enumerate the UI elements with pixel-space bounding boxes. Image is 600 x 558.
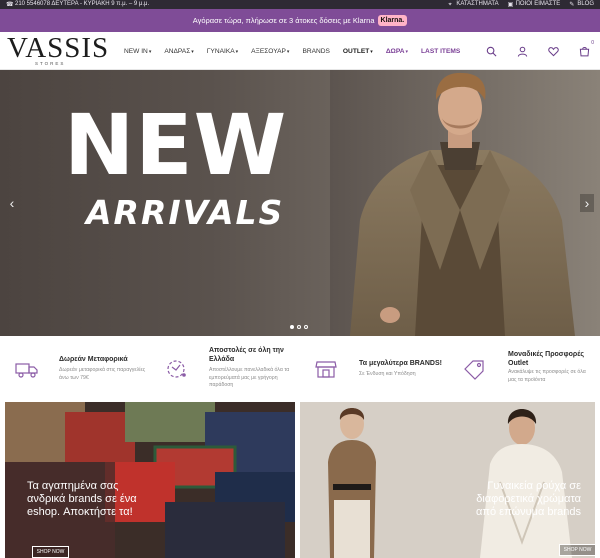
nav-item-label: ΑΞΕΣΟΥΑΡ [251, 47, 286, 55]
nav-item-label: ΓΥΝΑΙΚΑ [206, 47, 235, 55]
util-phone[interactable]: ☎ 210 5546078 ΔΕΥΤΕΡΑ - ΚΥΡΙΑΚΗ 9 π.μ. –… [6, 0, 149, 9]
store-icon [314, 358, 340, 380]
chevron-down-icon: ▾ [191, 48, 194, 55]
promo-text: Αγόρασε τώρα, πλήρωσε σε 3 άτοκες δόσεις… [192, 16, 375, 25]
util-link-about[interactable]: ▣ ΠΟΙΟΙ ΕΙΜΑΣΤΕ [508, 0, 561, 9]
men-promo-panel[interactable]: Τα αγαπημένα σας ανδρικά brands σε ένα e… [5, 402, 295, 558]
cart-count: 0 [591, 40, 594, 46]
nav-item-1[interactable]: ΑΝΔΡΑΣ▾ [164, 48, 193, 55]
account-icon[interactable] [507, 32, 538, 70]
chevron-down-icon: ▾ [286, 48, 290, 55]
wishlist-icon[interactable] [538, 32, 569, 70]
feature-title: Μοναδικές Προσφορές Outlet [508, 351, 585, 367]
men-shop-now-button[interactable]: SHOP NOW [32, 546, 69, 558]
carousel-next-button[interactable]: › [580, 194, 594, 212]
nav-item-label: LAST ITEMS [421, 47, 461, 55]
vassis-logo[interactable]: VASSIS STORES [7, 32, 110, 67]
carousel-dot[interactable] [297, 325, 301, 329]
util-link-blog[interactable]: ✎ BLOG [569, 0, 594, 9]
carousel-prev-button[interactable]: ‹ [5, 194, 19, 212]
truck-icon [14, 358, 40, 380]
chevron-down-icon: ▾ [370, 48, 373, 55]
utility-bar: ☎ 210 5546078 ΔΕΥΤΕΡΑ - ΚΥΡΙΑΚΗ 9 π.μ. –… [0, 0, 600, 9]
logo-subtitle: STORES [35, 61, 66, 66]
hero-model-image [330, 70, 600, 336]
util-link-stores[interactable]: ⌖ ΚΑΤΑΣΤΗΜΑΤΑ [448, 0, 498, 9]
nav-item-label: BRANDS [302, 47, 330, 55]
main-nav: NEW IN▾ ΑΝΔΡΑΣ▾ ΓΥΝΑΙΚΑ▾ ΑΞΕΣΟΥΑΡ▾ BRANDS OUT… [124, 32, 473, 70]
nav-item-5[interactable]: OUTLET▾ [343, 48, 373, 55]
carousel-dots [290, 325, 308, 329]
nav-item-6[interactable]: ΔΩΡΑ▾ [386, 48, 408, 55]
feature-outlet: Μοναδικές Προσφορές Outlet Ανακάλυψε τις… [462, 336, 592, 402]
women-shop-now-button[interactable]: SHOP NOW [559, 544, 595, 556]
klarna-badge: Klarna. [377, 15, 408, 26]
nav-item-3[interactable]: ΑΞΕΣΟΥΑΡ▾ [251, 48, 289, 55]
feature-brands: Τα μεγαλύτερα BRANDS! Σε Ένδυση και Υπόδ… [314, 336, 454, 402]
nav-item-0[interactable]: NEW IN▾ [124, 48, 151, 55]
feature-desc: Ανακάλυψε τις προσφορές σε όλα μας τα πρ… [508, 369, 586, 383]
hero-headline: NEW [64, 96, 288, 194]
promo-bar[interactable]: Αγόρασε τώρα, πλήρωσε σε 3 άτοκες δόσεις… [0, 9, 600, 32]
feature-desc: Αποστέλλουμε πανελλαδικά όλα τα εμπορεύμ… [209, 367, 290, 388]
hero-carousel[interactable]: NEW ARRIVALS ‹ › [0, 70, 600, 336]
nav-item-label: OUTLET [342, 47, 370, 55]
feature-free-shipping: Δωρεάν Μεταφορικά Δωρεάν μεταφορικά στις… [14, 336, 154, 402]
nav-item-label: ΑΝΔΡΑΣ [164, 47, 191, 55]
nav-item-4[interactable]: BRANDS [302, 48, 329, 55]
tag-icon [462, 358, 488, 380]
men-promo-text: Τα αγαπημένα σας ανδρικά brands σε ένα e… [27, 480, 137, 518]
features-row: Δωρεάν Μεταφορικά Δωρεάν μεταφορικά στις… [0, 336, 600, 402]
feature-nationwide: Αποστολές σε όλη την Ελλάδα Αποστέλλουμε… [164, 336, 294, 402]
cart-icon[interactable]: 0 [569, 32, 600, 70]
chevron-down-icon: ▾ [405, 48, 409, 55]
women-promo-panel[interactable]: Γυναικεία ρούχα σε διαφορετικά χρώματα α… [300, 402, 595, 558]
search-icon[interactable] [476, 32, 507, 70]
chevron-down-icon: ▾ [235, 48, 239, 55]
carousel-dot[interactable] [290, 325, 294, 329]
nav-item-7[interactable]: LAST ITEMS [421, 48, 460, 55]
feature-title: Αποστολές σε όλη την Ελλάδα [209, 347, 284, 363]
hero-subheadline: ARRIVALS [86, 193, 285, 232]
nav-item-label: NEW IN [124, 47, 148, 55]
feature-desc: Σε Ένδυση και Υπόδηση [359, 371, 416, 377]
nav-item-label: ΔΩΡΑ [385, 47, 405, 55]
site-header: VASSIS STORES NEW IN▾ ΑΝΔΡΑΣ▾ ΓΥΝΑΙΚΑ▾ ΑΞΕΣ… [0, 32, 600, 70]
pin-icon: ⌖ [448, 1, 452, 8]
util-phone-text: 210 5546078 ΔΕΥΤΕΡΑ - ΚΥΡΙΑΚΗ 9 π.μ. – 9… [15, 1, 150, 7]
feature-title: Δωρεάν Μεταφορικά [59, 356, 128, 363]
feature-desc: Δωρεάν μεταφορικά στις παραγγελίες άνω τ… [59, 367, 146, 381]
feature-title: Τα μεγαλύτερα BRANDS! [359, 360, 442, 367]
pencil-icon: ✎ [569, 1, 575, 8]
nav-item-2[interactable]: ΓΥΝΑΙΚΑ▾ [207, 48, 238, 55]
carousel-dot[interactable] [304, 325, 308, 329]
globe-icon [164, 358, 190, 380]
phone-icon: ☎ [6, 1, 14, 8]
women-promo-text: Γυναικεία ρούχα σε διαφορετικά χρώματα α… [476, 480, 581, 518]
logo-wordmark: VASSIS [7, 32, 110, 64]
info-icon: ▣ [507, 1, 514, 8]
chevron-down-icon: ▾ [148, 48, 152, 55]
